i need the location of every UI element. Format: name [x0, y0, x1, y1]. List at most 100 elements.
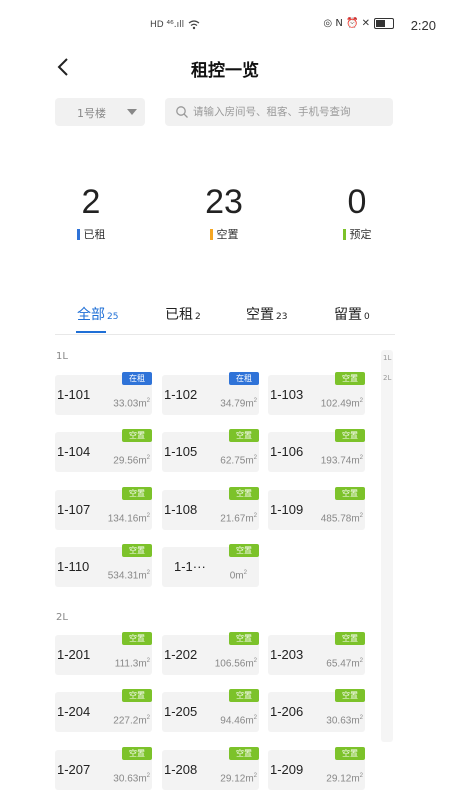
stats-summary: 2 已租 23 空置 0 预定: [0, 180, 450, 250]
clock: 2:20: [410, 18, 436, 33]
room-card[interactable]: 空置 1-107 134.16m2: [55, 487, 152, 530]
stat-reserved-value: 0: [347, 183, 367, 221]
status-badge: 空置: [229, 747, 259, 760]
status-tabs: 全部 25 已租 2 空置 23 留置 0: [55, 304, 395, 334]
search-icon: [176, 106, 188, 118]
room-card[interactable]: 空置 1-208 29.12m2: [162, 747, 259, 790]
status-badge: 空置: [335, 487, 365, 500]
tab-rented[interactable]: 已租 2: [165, 304, 201, 334]
room-card[interactable]: 空置 1-109 485.78m2: [268, 487, 365, 530]
room-card[interactable]: 在租 1-101 33.03m2: [55, 372, 152, 415]
room-number: 1-101: [57, 387, 91, 402]
room-area: 106.56m2: [214, 657, 257, 669]
room-number: 1-107: [57, 502, 91, 517]
room-number: 1-108: [164, 502, 198, 517]
room-card[interactable]: 空置 1-203 65.47m2: [268, 632, 365, 675]
status-badge: 空置: [335, 632, 365, 645]
room-number: 1-106: [270, 444, 304, 459]
room-card[interactable]: 空置 1-103 102.49m2: [268, 372, 365, 415]
room-card[interactable]: 空置 1-204 227.2m2: [55, 689, 152, 732]
room-area: 33.03m2: [113, 397, 150, 409]
status-badge: 在租: [122, 372, 152, 385]
room-number: 1-103: [270, 387, 304, 402]
tab-all-label: 全部: [77, 307, 105, 323]
status-badge: 空置: [335, 429, 365, 442]
tab-vacant[interactable]: 空置 23: [246, 304, 287, 334]
room-area: 534.31m2: [107, 569, 150, 581]
room-card[interactable]: 空置 1-1··· 0m2: [162, 544, 259, 587]
room-card[interactable]: 空置 1-209 29.12m2: [268, 747, 365, 790]
floor-index-bar[interactable]: 1L 2L: [381, 350, 393, 742]
tab-all[interactable]: 全部 25: [77, 304, 118, 334]
status-badge: 空置: [122, 689, 152, 702]
status-bar: HD ⁴⁶.ıll ◎ N ⏰ ✕ 2:20: [0, 0, 450, 52]
room-number: 1-203: [270, 647, 304, 662]
room-area: 227.2m2: [113, 714, 150, 726]
room-number: 1-202: [164, 647, 198, 662]
status-badge: 空置: [122, 632, 152, 645]
room-area: 34.79m2: [220, 397, 257, 409]
stat-reserved[interactable]: 0 预定: [312, 180, 402, 242]
tab-retained-count: 0: [364, 312, 370, 322]
room-card[interactable]: 空置 1-106 193.74m2: [268, 429, 365, 472]
room-area: 94.46m2: [220, 714, 257, 726]
room-card[interactable]: 空置 1-207 30.63m2: [55, 747, 152, 790]
tab-retained[interactable]: 留置 0: [334, 304, 370, 334]
building-select[interactable]: 1号楼: [55, 98, 145, 126]
status-badge: 空置: [122, 429, 152, 442]
signal-icon: HD ⁴⁶.ıll: [150, 20, 185, 30]
room-card[interactable]: 空置 1-205 94.46m2: [162, 689, 259, 732]
status-badge: 空置: [122, 544, 152, 557]
stat-reserved-label: 预定: [349, 228, 372, 241]
room-number: 1-1···: [174, 559, 206, 574]
floor-index-2l[interactable]: 2L: [383, 374, 391, 382]
room-card[interactable]: 在租 1-102 34.79m2: [162, 372, 259, 415]
room-card[interactable]: 空置 1-202 106.56m2: [162, 632, 259, 675]
room-number: 1-201: [57, 647, 91, 662]
room-number: 1-104: [57, 444, 91, 459]
room-number: 1-204: [57, 704, 91, 719]
stat-rented[interactable]: 2 已租: [46, 180, 136, 242]
reserved-color-bar: [342, 228, 346, 240]
tab-all-count: 25: [107, 312, 119, 322]
room-card[interactable]: 空置 1-110 534.31m2: [55, 544, 152, 587]
stat-rented-value: 2: [81, 183, 101, 221]
room-card[interactable]: 空置 1-201 111.3m2: [55, 632, 152, 675]
page-title: 租控一览: [191, 61, 259, 81]
status-icons: ◎ N ⏰ ✕: [323, 18, 370, 29]
room-area: 65.47m2: [326, 657, 363, 669]
floor-label-1l: 1L: [56, 351, 68, 362]
active-tab-indicator: [76, 331, 106, 333]
room-area: 21.67m2: [220, 512, 257, 524]
room-number: 1-206: [270, 704, 304, 719]
room-card[interactable]: 空置 1-108 21.67m2: [162, 487, 259, 530]
tab-rented-label: 已租: [165, 307, 193, 323]
room-number: 1-110: [57, 559, 90, 574]
room-area: 193.74m2: [320, 454, 363, 466]
room-number: 1-209: [270, 762, 304, 777]
room-area: 0m2: [229, 569, 247, 581]
room-area: 29.12m2: [326, 772, 363, 784]
system-indicators: ◎ N ⏰ ✕: [323, 18, 394, 29]
nav-bar: 租控一览: [0, 52, 450, 82]
status-badge: 空置: [335, 689, 365, 702]
status-badge: 空置: [229, 487, 259, 500]
floor-label-2l: 2L: [56, 612, 68, 623]
rented-color-bar: [76, 228, 80, 240]
floor-index-1l[interactable]: 1L: [383, 354, 391, 362]
stat-vacant[interactable]: 23 空置: [179, 180, 269, 242]
room-area: 111.3m2: [114, 657, 150, 669]
room-card[interactable]: 空置 1-206 30.63m2: [268, 689, 365, 732]
search-input[interactable]: [193, 106, 393, 118]
status-badge: 空置: [122, 747, 152, 760]
room-number: 1-207: [57, 762, 91, 777]
room-area: 29.56m2: [113, 454, 150, 466]
stat-vacant-label: 空置: [216, 228, 239, 241]
room-area: 134.16m2: [107, 512, 150, 524]
room-card[interactable]: 空置 1-104 29.56m2: [55, 429, 152, 472]
room-number: 1-109: [270, 502, 304, 517]
room-card[interactable]: 空置 1-105 62.75m2: [162, 429, 259, 472]
status-badge: 空置: [229, 429, 259, 442]
wifi-icon: [188, 20, 200, 30]
tabs-divider: [55, 334, 395, 335]
